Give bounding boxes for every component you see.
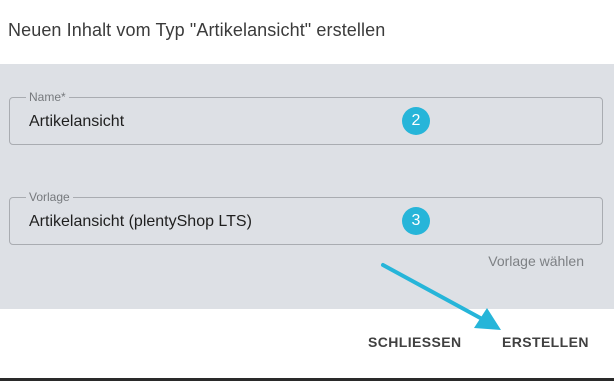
name-field-value[interactable]: Artikelansicht <box>29 113 124 131</box>
step-badge-2: 2 <box>402 107 430 135</box>
dialog-form-area: Name* Artikelansicht 2 Vorlage Artikelan… <box>0 64 614 309</box>
name-field[interactable]: Name* Artikelansicht 2 <box>9 90 603 145</box>
create-content-dialog: Neuen Inhalt vom Typ "Artikelansicht" er… <box>0 0 614 381</box>
template-field-label: Vorlage <box>26 190 73 204</box>
template-field[interactable]: Vorlage Artikelansicht (plentyShop LTS) … <box>9 190 603 245</box>
step-badge-3: 3 <box>402 207 430 235</box>
create-button[interactable]: ERSTELLEN <box>502 334 589 350</box>
dialog-title: Neuen Inhalt vom Typ "Artikelansicht" er… <box>8 20 386 40</box>
choose-template-link[interactable]: Vorlage wählen <box>488 253 584 269</box>
close-button[interactable]: SCHLIESSEN <box>368 334 461 350</box>
template-field-value[interactable]: Artikelansicht (plentyShop LTS) <box>29 213 252 231</box>
name-field-label: Name* <box>26 90 69 104</box>
